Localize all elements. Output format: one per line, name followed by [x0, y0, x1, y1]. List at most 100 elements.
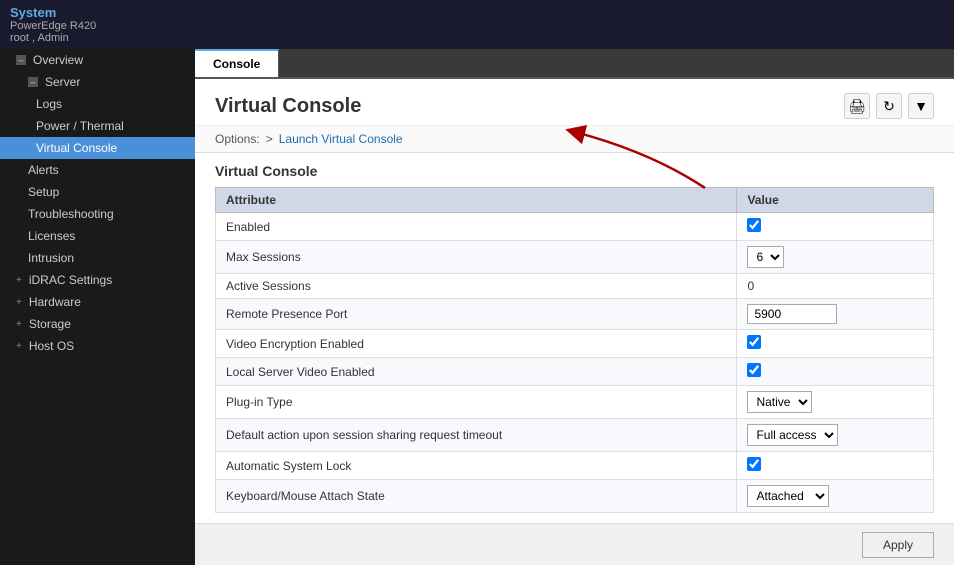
value-cell — [737, 213, 934, 241]
plus-icon-hostos: + — [16, 341, 22, 352]
attribute-cell: Default action upon session sharing requ… — [216, 419, 737, 452]
table-row: Keyboard/Mouse Attach State AttachedDetac… — [216, 480, 934, 513]
value-header: Value — [737, 188, 934, 213]
attribute-cell: Max Sessions — [216, 241, 737, 274]
more-icon: ▼ — [914, 98, 928, 114]
attribute-cell: Plug-in Type — [216, 386, 737, 419]
minus-icon-server: – — [28, 77, 38, 87]
sidebar-label-hardware: Hardware — [29, 295, 81, 309]
print-button[interactable]: 🖨 — [844, 93, 870, 119]
sidebar-label-logs: Logs — [36, 97, 62, 111]
minus-icon: – — [16, 55, 26, 65]
sidebar-item-hardware[interactable]: + Hardware — [0, 291, 195, 313]
checkbox-input[interactable] — [747, 335, 761, 349]
sidebar-item-intrusion[interactable]: Intrusion — [0, 247, 195, 269]
page-actions: 🖨 ↻ ▼ — [844, 93, 934, 119]
sidebar-item-alerts[interactable]: Alerts — [0, 159, 195, 181]
table-footer: Apply — [195, 523, 954, 565]
attribute-cell: Active Sessions — [216, 274, 737, 299]
select-input[interactable]: 123456 — [747, 246, 784, 268]
sidebar-item-virtual-console[interactable]: Virtual Console — [0, 137, 195, 159]
value-cell: AttachedDetached — [737, 480, 934, 513]
table-row: Remote Presence Port — [216, 299, 934, 330]
header-subtitle: PowerEdge R420 root , Admin — [10, 20, 944, 44]
value-cell — [737, 358, 934, 386]
sidebar-label-idrac: iDRAC Settings — [29, 273, 112, 287]
table-row: Plug-in Type NativeJava — [216, 386, 934, 419]
sidebar: – Overview – Server Logs Power / Thermal… — [0, 49, 195, 565]
header-title: System — [10, 5, 944, 20]
sidebar-item-idrac[interactable]: + iDRAC Settings — [0, 269, 195, 291]
sidebar-item-hostos[interactable]: + Host OS — [0, 335, 195, 357]
options-bar: Options: > Launch Virtual Console — [195, 126, 954, 153]
sidebar-label-hostos: Host OS — [29, 339, 74, 353]
value-cell — [737, 299, 934, 330]
settings-table: Attribute Value EnabledMax Sessions 12345… — [215, 187, 934, 513]
section-title: Virtual Console — [215, 163, 934, 179]
attribute-header: Attribute — [216, 188, 737, 213]
table-row: Automatic System Lock — [216, 452, 934, 480]
sidebar-label-server: Server — [45, 75, 80, 89]
value-cell: Full accessRead onlyDeny — [737, 419, 934, 452]
checkbox-input[interactable] — [747, 457, 761, 471]
apply-button[interactable]: Apply — [862, 532, 934, 558]
sidebar-label-setup: Setup — [28, 185, 59, 199]
select-input[interactable]: AttachedDetached — [747, 485, 829, 507]
attribute-cell: Automatic System Lock — [216, 452, 737, 480]
attribute-cell: Keyboard/Mouse Attach State — [216, 480, 737, 513]
launch-virtual-console-link[interactable]: Launch Virtual Console — [279, 132, 403, 146]
plus-icon-idrac: + — [16, 275, 22, 286]
sidebar-item-power-thermal[interactable]: Power / Thermal — [0, 115, 195, 137]
checkbox-input[interactable] — [747, 218, 761, 232]
content-area: Console Virtual Console 🖨 ↻ ▼ Options: — [195, 49, 954, 565]
sidebar-label-alerts: Alerts — [28, 163, 59, 177]
sidebar-item-logs[interactable]: Logs — [0, 93, 195, 115]
sidebar-label-licenses: Licenses — [28, 229, 75, 243]
options-label: Options: — [215, 132, 260, 146]
options-separator: > — [266, 132, 273, 146]
apply-label: Apply — [883, 538, 913, 552]
table-row: Video Encryption Enabled — [216, 330, 934, 358]
sidebar-label-intrusion: Intrusion — [28, 251, 74, 265]
sidebar-item-setup[interactable]: Setup — [0, 181, 195, 203]
value-cell — [737, 452, 934, 480]
value-cell: 0 — [737, 274, 934, 299]
more-button[interactable]: ▼ — [908, 93, 934, 119]
text-input[interactable] — [747, 304, 837, 324]
sidebar-item-server[interactable]: – Server — [0, 71, 195, 93]
header-user: root , Admin — [10, 32, 69, 44]
value-cell: 123456 — [737, 241, 934, 274]
attribute-cell: Enabled — [216, 213, 737, 241]
refresh-button[interactable]: ↻ — [876, 93, 902, 119]
table-row: Active Sessions0 — [216, 274, 934, 299]
table-row: Max Sessions 123456 — [216, 241, 934, 274]
table-row: Default action upon session sharing requ… — [216, 419, 934, 452]
sidebar-item-troubleshooting[interactable]: Troubleshooting — [0, 203, 195, 225]
sidebar-item-storage[interactable]: + Storage — [0, 313, 195, 335]
page-header: Virtual Console 🖨 ↻ ▼ — [195, 79, 954, 126]
attribute-cell: Local Server Video Enabled — [216, 358, 737, 386]
tab-console[interactable]: Console — [195, 49, 279, 77]
sidebar-item-licenses[interactable]: Licenses — [0, 225, 195, 247]
sidebar-label-overview: Overview — [33, 53, 83, 67]
sidebar-label-storage: Storage — [29, 317, 71, 331]
select-input[interactable]: Full accessRead onlyDeny — [747, 424, 838, 446]
sidebar-label-power: Power / Thermal — [36, 119, 124, 133]
virtual-console-section: Virtual Console Attribute Value EnabledM… — [195, 153, 954, 523]
value-cell: NativeJava — [737, 386, 934, 419]
page-title: Virtual Console — [215, 95, 361, 118]
table-row: Local Server Video Enabled — [216, 358, 934, 386]
value-cell — [737, 330, 934, 358]
tab-console-label: Console — [213, 57, 260, 71]
table-row: Enabled — [216, 213, 934, 241]
sidebar-item-overview[interactable]: – Overview — [0, 49, 195, 71]
sidebar-label-troubleshooting: Troubleshooting — [28, 207, 114, 221]
tab-bar: Console — [195, 49, 954, 79]
select-input[interactable]: NativeJava — [747, 391, 812, 413]
checkbox-input[interactable] — [747, 363, 761, 377]
print-icon: 🖨 — [848, 98, 866, 115]
options-section: Options: > Launch Virtual Console — [195, 126, 954, 153]
plus-icon-hardware: + — [16, 297, 22, 308]
sidebar-label-virtual-console: Virtual Console — [36, 141, 117, 155]
refresh-icon: ↻ — [883, 98, 895, 115]
